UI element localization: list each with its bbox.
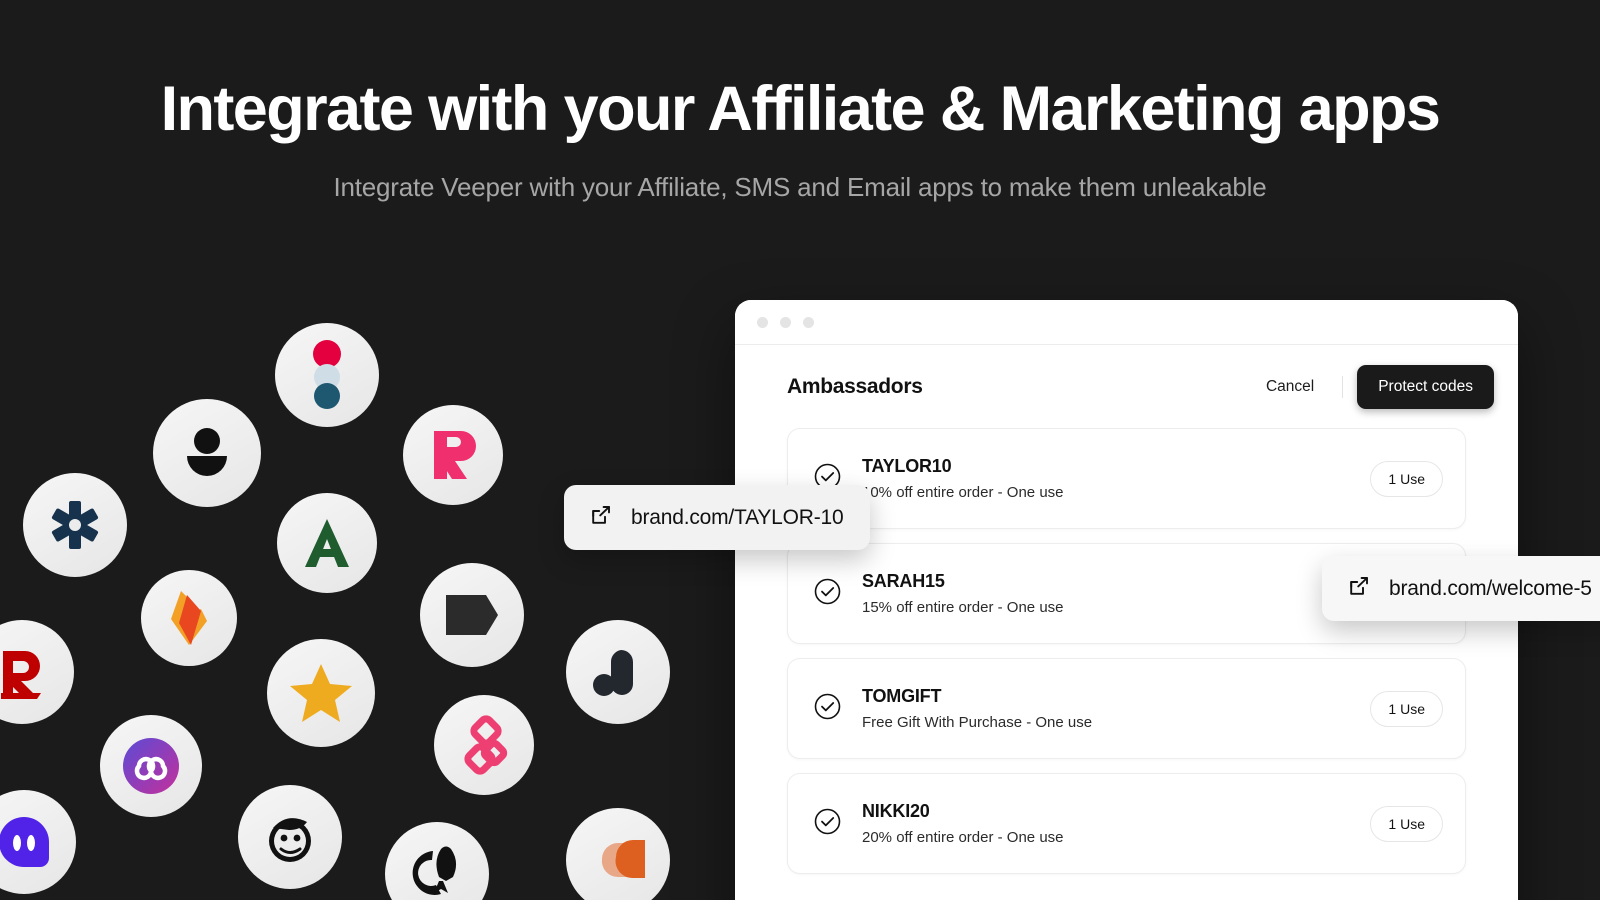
- code-name: SARAH15: [862, 571, 945, 591]
- logo-rakuten-r: [0, 620, 74, 724]
- protect-codes-button[interactable]: Protect codes: [1357, 364, 1494, 409]
- logo-klaviyo-flame: [141, 570, 237, 666]
- logo-zendesk-asterisk: [23, 473, 127, 577]
- code-description: 20% off entire order - One use: [862, 829, 1064, 846]
- external-link-icon: [1348, 575, 1370, 602]
- logo-hubspot-orange: [566, 808, 670, 900]
- toolbar-actions: Cancel Protect codes: [1252, 364, 1494, 409]
- table-row[interactable]: TAYLOR10 10% off entire order - One use …: [787, 428, 1466, 529]
- logo-gorgias-diamond: [434, 695, 534, 795]
- toolbar-title: Ambassadors: [787, 374, 923, 398]
- logo-loyaltylion-infinity: [100, 715, 202, 817]
- toolbar-divider: [1342, 375, 1344, 398]
- traffic-light-minimize-icon[interactable]: [780, 316, 791, 328]
- toolbar: Ambassadors Cancel Protect codes: [735, 345, 1518, 428]
- code-text-group: SARAH15 15% off entire order - One use: [862, 571, 1064, 616]
- use-count-badge: 1 Use: [1370, 805, 1443, 842]
- code-description: Free Gift With Purchase - One use: [862, 714, 1093, 731]
- logo-recharge-r: [403, 405, 503, 505]
- url-chip-taylor[interactable]: brand.com/TAYLOR-10: [564, 485, 870, 550]
- logo-postscript-flag: [420, 563, 524, 667]
- logo-attentive-arc: [566, 620, 670, 724]
- url-chip-label: brand.com/TAYLOR-10: [631, 505, 844, 529]
- url-chip-welcome[interactable]: brand.com/welcome-5: [1322, 556, 1600, 621]
- logo-attentive-a: [277, 493, 377, 593]
- code-text-group: NIKKI20 20% off entire order - One use: [862, 801, 1064, 846]
- window-titlebar: [735, 300, 1518, 345]
- logo-mailchimp-monkey: [238, 785, 342, 889]
- check-circle-icon: [814, 808, 841, 840]
- page-root: Integrate with your Affiliate & Marketin…: [0, 0, 1600, 900]
- code-description: 15% off entire order - One use: [862, 599, 1064, 616]
- logo-emotive-ghost: [0, 790, 76, 894]
- code-name: TOMGIFT: [862, 686, 942, 706]
- traffic-light-maximize-icon[interactable]: [803, 316, 814, 328]
- code-name: NIKKI20: [862, 801, 930, 821]
- code-text-group: TAYLOR10 10% off entire order - One use: [862, 456, 1064, 501]
- code-name: TAYLOR10: [862, 456, 952, 476]
- check-circle-icon: [814, 578, 841, 610]
- code-description: 10% off entire order - One use: [862, 484, 1064, 501]
- integration-logo-cluster: [0, 0, 760, 900]
- use-count-badge: 1 Use: [1370, 690, 1443, 727]
- check-circle-icon: [814, 693, 841, 725]
- use-count-badge: 1 Use: [1370, 460, 1443, 497]
- table-row[interactable]: NIKKI20 20% off entire order - One use 1…: [787, 773, 1466, 874]
- external-link-icon: [590, 504, 612, 531]
- url-chip-label: brand.com/welcome-5: [1389, 576, 1592, 600]
- logo-convertkit-rocket: [385, 822, 489, 900]
- cancel-button[interactable]: Cancel: [1252, 370, 1328, 404]
- traffic-light-close-icon[interactable]: [757, 316, 768, 328]
- logo-intercom-smile: [153, 399, 261, 507]
- table-row[interactable]: TOMGIFT Free Gift With Purchase - One us…: [787, 658, 1466, 759]
- logo-postscript-dots: [275, 323, 379, 427]
- logo-yotpo-star: [267, 639, 375, 747]
- code-text-group: TOMGIFT Free Gift With Purchase - One us…: [862, 686, 1092, 731]
